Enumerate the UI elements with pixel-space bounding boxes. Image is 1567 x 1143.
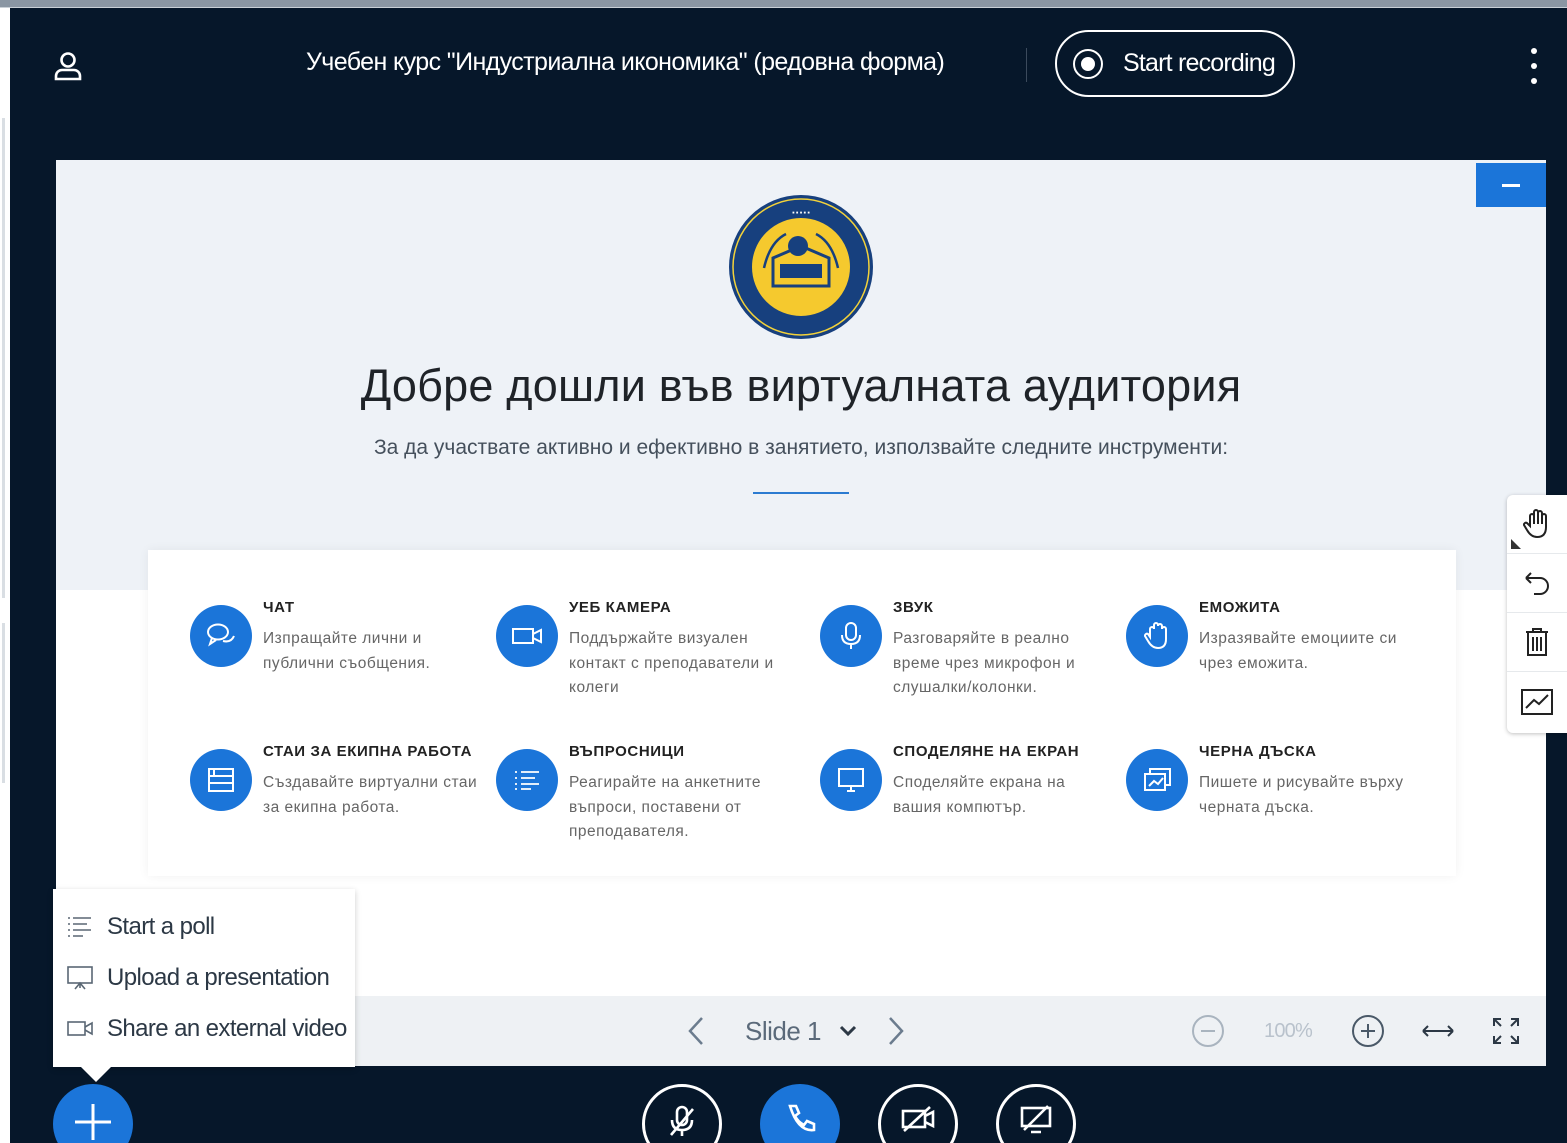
welcome-heading: Добре дошли във виртуалната аудитория bbox=[360, 360, 1242, 411]
zoom-out-button[interactable] bbox=[1188, 996, 1228, 1066]
microphone-muted-icon bbox=[670, 1105, 694, 1136]
feature-description: Изпращайте лични и публични съобщения. bbox=[263, 630, 431, 672]
chevron-down-icon bbox=[839, 1025, 857, 1037]
start-recording-label: Start recording bbox=[1123, 49, 1276, 77]
record-icon bbox=[1073, 48, 1103, 79]
zoom-level: 100% bbox=[1248, 996, 1328, 1066]
meeting-title: Учебен курс "Индустриална икономика" (ре… bbox=[306, 48, 945, 76]
video-off-icon bbox=[901, 1106, 935, 1132]
chat-icon bbox=[190, 605, 252, 667]
fullscreen-icon bbox=[1493, 1018, 1519, 1044]
undo-tool[interactable] bbox=[1507, 554, 1567, 613]
feature-audio: ЗВУК Разговаряйте в реално време чрез ми… bbox=[820, 595, 1130, 735]
external-video-icon bbox=[65, 1016, 95, 1042]
previous-slide-button[interactable] bbox=[676, 996, 716, 1066]
feature-title: ЕМОЖИТА bbox=[1199, 599, 1281, 616]
more-options-icon[interactable] bbox=[1524, 48, 1544, 84]
zoom-value: 100% bbox=[1264, 1019, 1313, 1042]
fit-width-icon bbox=[1422, 1025, 1454, 1037]
undo-icon bbox=[1525, 572, 1549, 595]
start-poll-item[interactable]: Start a poll bbox=[53, 902, 355, 952]
feature-description: Споделяйте екрана на вашия компютър. bbox=[893, 774, 1066, 816]
svg-text:·····: ····· bbox=[792, 208, 811, 219]
actions-button[interactable] bbox=[53, 1084, 133, 1143]
welcome-subtitle: За да участвате активно и ефективно в за… bbox=[373, 436, 1229, 459]
share-screen-button[interactable] bbox=[996, 1084, 1076, 1143]
feature-screen-share: СПОДЕЛЯНЕ НА ЕКРАН Споделяйте екрана на … bbox=[820, 739, 1130, 879]
feature-breakout-rooms: СТАИ ЗА ЕКИПНА РАБОТА Създавайте виртуал… bbox=[190, 739, 500, 879]
share-webcam-button[interactable] bbox=[878, 1084, 958, 1143]
breakout-rooms-icon bbox=[190, 749, 252, 811]
microphone-icon bbox=[820, 605, 882, 667]
actions-menu-pointer bbox=[80, 1066, 112, 1082]
minus-icon bbox=[1502, 183, 1520, 187]
menu-item-label: Upload a presentation bbox=[107, 964, 330, 991]
feature-description: Разговаряйте в реално време чрез микрофо… bbox=[893, 630, 1076, 696]
clear-tool[interactable] bbox=[1507, 613, 1567, 672]
feature-emoji: ЕМОЖИТА Изразявайте емоциите си чрез емо… bbox=[1126, 595, 1436, 735]
feature-title: ЗВУК bbox=[893, 599, 934, 616]
user-icon[interactable] bbox=[48, 46, 88, 86]
menu-item-label: Share an external video bbox=[107, 1015, 347, 1042]
feature-description: Изразявайте емоциите си чрез еможита. bbox=[1199, 630, 1397, 672]
chevron-right-icon bbox=[889, 1017, 904, 1045]
header-divider bbox=[1026, 48, 1027, 82]
feature-title: ЧАТ bbox=[263, 599, 295, 616]
zoom-in-button[interactable] bbox=[1348, 996, 1388, 1066]
presentation-slide: ····· Добре дошли във виртуалната аудито… bbox=[56, 160, 1546, 996]
accent-divider bbox=[753, 492, 849, 494]
tool-expand-corner bbox=[1511, 539, 1521, 549]
poll-icon bbox=[65, 914, 95, 940]
zoom-out-icon bbox=[1192, 1015, 1224, 1047]
academy-logo: ····· bbox=[729, 195, 873, 339]
feature-title: УЕБ КАМЕРА bbox=[569, 599, 672, 616]
screen-share-off-icon bbox=[1020, 1105, 1052, 1134]
leave-audio-button[interactable] bbox=[760, 1084, 840, 1143]
whiteboard-icon bbox=[1126, 749, 1188, 811]
multi-user-tool[interactable] bbox=[1507, 672, 1567, 731]
meeting-header: Учебен курс "Индустриална икономика" (ре… bbox=[10, 8, 1567, 118]
feature-description: Реагирайте на анкетните въпроси, поставе… bbox=[569, 774, 762, 840]
multi-user-icon bbox=[1521, 688, 1553, 715]
poll-list-icon bbox=[496, 749, 558, 811]
start-recording-button[interactable]: Start recording bbox=[1055, 30, 1295, 97]
video-icon bbox=[496, 605, 558, 667]
feature-description: Пишете и рисувайте върху черната дъска. bbox=[1199, 774, 1404, 816]
chevron-left-icon bbox=[688, 1017, 703, 1045]
share-external-video-item[interactable]: Share an external video bbox=[53, 1004, 355, 1054]
slide-select[interactable]: Slide 1 bbox=[736, 996, 866, 1066]
feature-title: СПОДЕЛЯНЕ НА ЕКРАН bbox=[893, 743, 1080, 760]
actions-menu: Start a poll Upload a presentation Share… bbox=[53, 889, 355, 1067]
upload-presentation-item[interactable]: Upload a presentation bbox=[53, 953, 355, 1003]
feature-description: Поддържайте визуален контакт с преподава… bbox=[569, 630, 774, 696]
hand-icon bbox=[1126, 605, 1188, 667]
left-panel-edge bbox=[0, 8, 10, 1143]
phone-icon bbox=[788, 1104, 816, 1132]
feature-description: Създавайте виртуални стаи за екипна рабо… bbox=[263, 774, 478, 816]
fullscreen-button[interactable] bbox=[1486, 996, 1526, 1066]
feature-title: ВЪПРОСНИЦИ bbox=[569, 743, 685, 760]
zoom-in-icon bbox=[1352, 1015, 1384, 1047]
feature-chat: ЧАТ Изпращайте лични и публични съобщени… bbox=[190, 595, 500, 735]
plus-icon bbox=[75, 1104, 111, 1140]
next-slide-button[interactable] bbox=[876, 996, 916, 1066]
fit-width-button[interactable] bbox=[1418, 996, 1458, 1066]
feature-title: СТАИ ЗА ЕКИПНА РАБОТА bbox=[263, 743, 473, 760]
whiteboard-toolbar bbox=[1507, 495, 1567, 733]
feature-polls: ВЪПРОСНИЦИ Реагирайте на анкетните въпро… bbox=[496, 739, 806, 879]
desktop-icon bbox=[820, 749, 882, 811]
hand-pan-icon bbox=[1523, 509, 1547, 539]
slide-select-label: Slide 1 bbox=[745, 1015, 822, 1046]
features-card: ЧАТ Изпращайте лични и публични съобщени… bbox=[148, 550, 1456, 876]
trash-icon bbox=[1526, 628, 1548, 656]
window-top-strip bbox=[0, 0, 1567, 8]
feature-webcam: УЕБ КАМЕРА Поддържайте визуален контакт … bbox=[496, 595, 806, 735]
presentation-icon bbox=[65, 965, 95, 991]
minimize-presentation-button[interactable] bbox=[1476, 163, 1546, 207]
feature-title: ЧЕРНА ДЪСКА bbox=[1199, 743, 1317, 760]
menu-item-label: Start a poll bbox=[107, 913, 215, 940]
mute-button[interactable] bbox=[642, 1084, 722, 1143]
feature-whiteboard: ЧЕРНА ДЪСКА Пишете и рисувайте върху чер… bbox=[1126, 739, 1436, 879]
